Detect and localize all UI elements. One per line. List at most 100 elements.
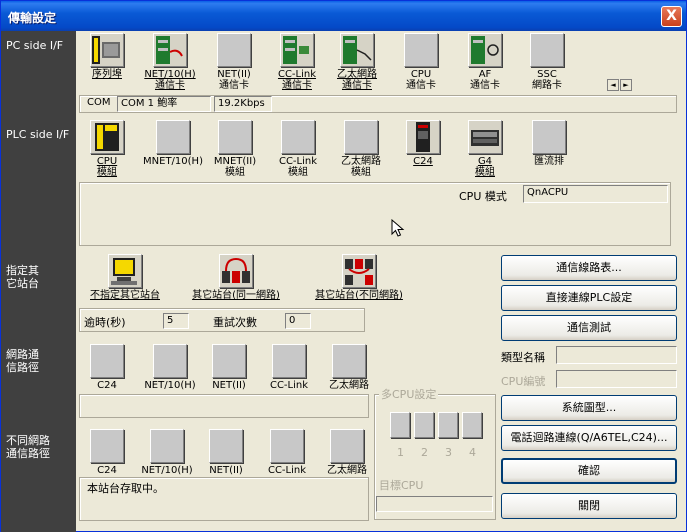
plc-if-label-line2: 模組 [288,167,308,178]
sidebar-pc-side-label: PC side I/F [6,39,64,52]
ethernet-diff-icon [330,429,364,463]
com-port-field[interactable]: COM 1 鮑率 [117,96,211,112]
scroll-right-icon[interactable]: ► [620,79,632,91]
plc-if-bus[interactable]: 匯流排 [513,120,585,167]
cclink-diff-icon [270,429,304,463]
plc-if-cpu-module[interactable]: CPU 模組 [71,120,143,178]
net2-route-icon [212,344,246,378]
same-network-icon [219,254,253,288]
target-label: 其它站台(不同網路) [315,290,403,301]
plc-if-cclink-module[interactable]: CC-Link 模組 [262,120,334,178]
cpu-slot-4[interactable] [462,412,482,438]
net10h-card-icon [153,33,187,67]
comm-test-button[interactable]: 通信測試 [501,315,677,341]
cpu-mode-label: CPU 模式 [459,190,507,203]
cpu-number-1: 1 [397,446,404,459]
plc-if-label: 匯流排 [513,156,585,167]
net2-card-icon [217,33,251,67]
net10h-diff-icon [150,429,184,463]
cpu-slot-1[interactable] [390,412,410,438]
pc-if-net10h-card[interactable]: NET/10(H) 通信卡 [134,33,206,91]
pc-if-label-line2: 通信卡 [406,80,436,91]
pc-if-net2-card[interactable]: NET(II) 通信卡 [198,33,270,91]
plc-if-label-line1: 匯流排 [534,156,564,167]
ok-button[interactable]: 確認 [501,458,677,484]
cclink-card-icon [280,33,314,67]
plc-if-g4-module[interactable]: G4 模組 [449,120,521,178]
cpu-slot-2[interactable] [414,412,434,438]
pc-if-ethernet-card[interactable]: 乙太網路 通信卡 [321,33,393,91]
bus-icon [532,120,566,154]
route-label: 乙太網路 [329,380,369,391]
sidebar-network-route-line1: 網路通 [6,348,39,361]
pc-if-serial-port[interactable]: 序列埠 [71,33,143,81]
phone-line-button[interactable]: 電話迴路連線(Q/A6TEL,C24)... [501,425,677,451]
baud-label: 鮑率 [157,98,178,109]
multi-cpu-title: 多CPU設定 [379,386,439,402]
route-ethernet[interactable]: 乙太網路 [313,344,385,392]
route-list-button[interactable]: 通信線路表... [501,255,677,281]
transfer-setup-window: 傳輸設定 X PC side I/F PLC side I/F 指定其 它站台 … [0,0,687,532]
sidebar-network-route-line2: 信路徑 [6,361,39,374]
timeout-field[interactable]: 5 [163,313,189,329]
scroll-left-icon[interactable]: ◄ [607,79,619,91]
mnet10h-module-icon [156,120,190,154]
close-icon[interactable]: X [661,6,682,27]
plc-if-mnet2-module[interactable]: MNET(II) 模組 [199,120,271,178]
pc-if-label: SSC 網路卡 [511,69,583,91]
com-port-value: COM 1 [121,98,155,109]
pc-if-label-line1: SSC [537,69,557,80]
retry-field[interactable]: 0 [285,313,311,329]
af-card-icon [468,33,502,67]
sidebar-diff-network-label: 不同網路 通信路徑 [6,434,50,460]
route-c24[interactable]: C24 [71,344,143,392]
cpu-number-4: 4 [469,446,476,459]
target-cpu-field[interactable] [376,496,493,512]
serial-port-icon [90,33,124,67]
cpu-slot-3[interactable] [438,412,458,438]
route-info-bar [79,394,369,418]
mouse-cursor-icon [391,219,405,237]
system-diagram-button[interactable]: 系統圖型... [501,395,677,421]
cclink-module-icon [281,120,315,154]
plc-if-label-line2: 模組 [475,167,495,178]
ethernet-route-icon [332,344,366,378]
baud-rate-field[interactable]: 19.2Kbps [214,96,272,112]
sidebar-network-route-label: 網路通 信路徑 [6,348,39,374]
pc-station-icon [108,254,142,288]
com-label: COM [87,97,111,108]
sidebar-diff-network-line2: 通信路徑 [6,447,50,460]
pc-if-label-line1: CPU [410,69,432,80]
cpu-number-field[interactable] [556,370,677,388]
retry-label: 重試次數 [213,316,257,329]
pc-if-label-line2: 通信卡 [342,80,372,91]
plc-if-label-line2: 模組 [225,167,245,178]
cpu-number-2: 2 [421,446,428,459]
pc-if-label-line2: 通信卡 [219,80,249,91]
ethernet-card-icon [340,33,374,67]
target-no-other-station[interactable]: 不指定其它站台 [77,254,173,302]
diff-ethernet[interactable]: 乙太網路 [311,429,383,477]
net2-diff-icon [209,429,243,463]
target-same-network[interactable]: 其它站台(同一網路) [179,254,293,302]
diff-label: 乙太網路 [327,465,367,476]
cpu-number-3: 3 [445,446,452,459]
plc-if-label: MNET(II) 模組 [199,156,271,178]
g4-module-icon [468,120,502,154]
c24-route-icon [90,344,124,378]
close-button[interactable]: 關閉 [501,493,677,519]
plc-if-label: CC-Link 模組 [262,156,334,178]
cpu-mode-field[interactable]: QnACPU [523,185,668,203]
sidebar-target-station-line1: 指定其 [6,264,39,277]
c24-diff-icon [90,429,124,463]
pc-if-label: NET(II) 通信卡 [198,69,270,91]
direct-plc-settings-button[interactable]: 直接連線PLC設定 [501,285,677,311]
model-name-field[interactable] [556,346,677,364]
target-different-network[interactable]: 其它站台(不同網路) [299,254,419,302]
pc-if-ssc-card[interactable]: SSC 網路卡 [511,33,583,91]
pc-if-label: 序列埠 [92,69,122,80]
net10h-route-icon [153,344,187,378]
cclink-route-icon [272,344,306,378]
sidebar-diff-network-line1: 不同網路 [6,434,50,447]
pc-if-cpu-card[interactable]: CPU 通信卡 [385,33,457,91]
